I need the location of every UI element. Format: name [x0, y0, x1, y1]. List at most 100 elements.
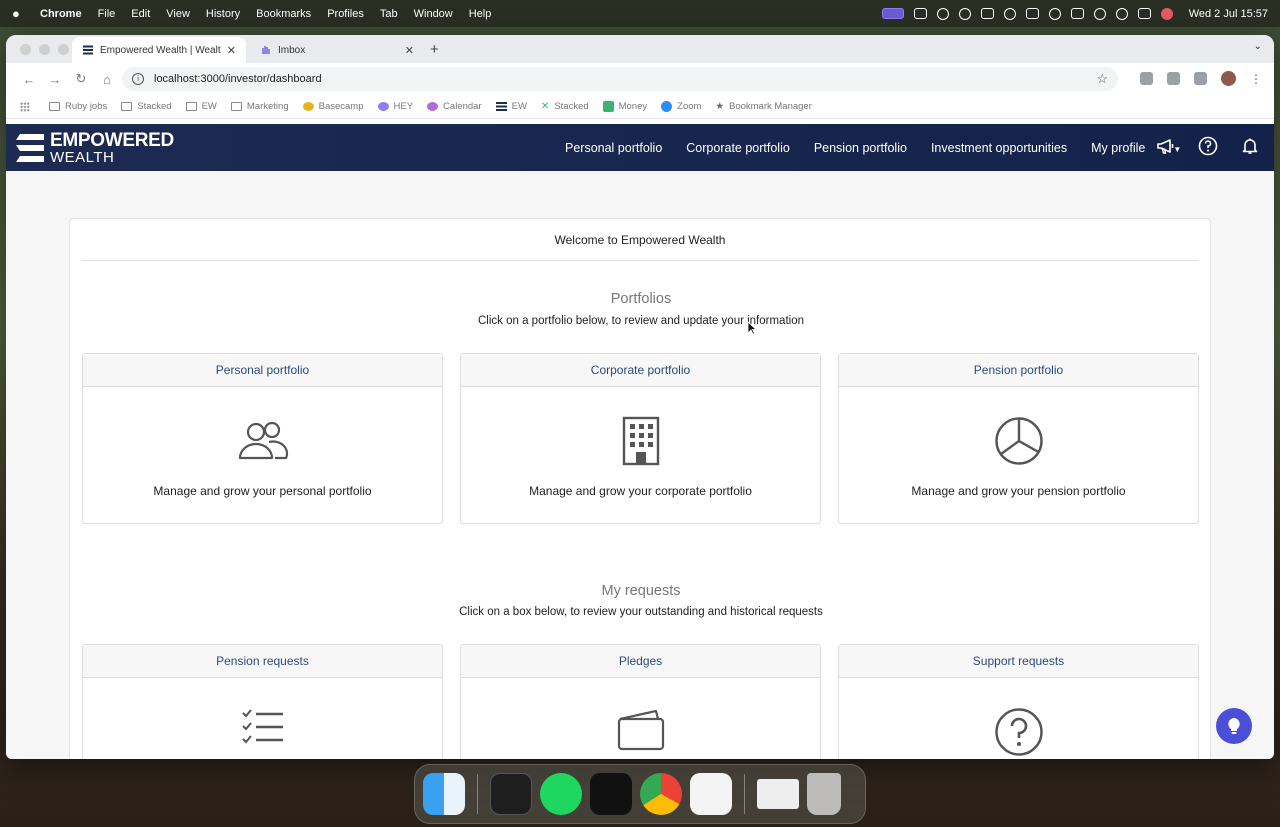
menu-bookmarks[interactable]: Bookmarks	[256, 8, 311, 20]
brand-logo[interactable]: EMPOWERED WEALTH	[14, 130, 174, 166]
bookmark-calendar[interactable]: Calendar	[427, 101, 482, 112]
menubar-clock[interactable]: Wed 2 Jul 15:57	[1189, 8, 1268, 20]
bookmark-marketing[interactable]: Marketing	[230, 101, 289, 112]
bookmark-stacked[interactable]: Stacked	[121, 101, 172, 112]
extensions-area: ⋮	[1140, 71, 1262, 86]
siri-icon[interactable]	[1160, 7, 1173, 20]
tile-personal-portfolio[interactable]: Personal portfolio Manage and grow your …	[82, 353, 443, 524]
bookmark-manager[interactable]: ★ Bookmark Manager	[715, 101, 811, 112]
terminal-icon[interactable]	[490, 773, 532, 815]
bookmark-money[interactable]: Money	[602, 101, 647, 112]
new-tab-icon[interactable]: +	[430, 41, 439, 58]
tab-empowered-wealth[interactable]: Empowered Wealth | Wealth M ✕	[72, 37, 246, 63]
menu-tab[interactable]: Tab	[380, 8, 398, 20]
megaphone-icon[interactable]	[1156, 136, 1176, 156]
money-icon	[602, 101, 614, 112]
play-icon[interactable]	[1048, 7, 1061, 20]
home-icon[interactable]: ⌂	[94, 72, 120, 87]
chrome-window-thumbnail[interactable]	[757, 779, 799, 809]
profile-avatar[interactable]	[1221, 71, 1236, 86]
extension-icon[interactable]	[1140, 72, 1153, 85]
tab-imbox[interactable]: Imbox ✕	[250, 37, 424, 63]
chrome-icon[interactable]	[640, 773, 682, 815]
site-info-icon[interactable]: i	[132, 73, 144, 85]
tab-title: Empowered Wealth | Wealth M	[100, 44, 221, 56]
butterfly-icon[interactable]	[1003, 7, 1016, 20]
openai-status-icon[interactable]	[936, 7, 949, 20]
tile-corporate-portfolio[interactable]: Corporate portfolio Manage and grow your…	[460, 353, 821, 524]
portfolios-title: Portfolios	[610, 291, 672, 307]
window-controls	[20, 44, 69, 55]
reload-icon[interactable]: ↻	[68, 71, 94, 87]
menu-help[interactable]: Help	[469, 8, 492, 20]
vscode-icon[interactable]	[690, 773, 732, 815]
menu-edit[interactable]: Edit	[131, 8, 150, 20]
tile-pledges[interactable]: Pledges	[460, 644, 821, 759]
nav-icons	[1156, 136, 1260, 156]
apps-grid-icon[interactable]	[20, 101, 35, 112]
bookmark-ruby-jobs[interactable]: Ruby jobs	[49, 101, 107, 112]
bookmark-star-icon[interactable]: ☆	[1096, 71, 1108, 87]
bell-icon[interactable]	[1240, 136, 1260, 156]
forward-icon[interactable]: →	[42, 72, 68, 87]
apple-icon[interactable]: ●	[12, 6, 26, 21]
menu-history[interactable]: History	[206, 8, 240, 20]
address-bar[interactable]: i localhost:3000/investor/dashboard ☆	[122, 67, 1118, 91]
wifi-icon[interactable]	[1093, 7, 1106, 20]
trash-icon[interactable]	[807, 773, 841, 815]
zoom-window-button[interactable]	[58, 44, 69, 55]
bookmark-ew[interactable]: EW	[185, 101, 217, 112]
puzzle-icon[interactable]	[1194, 72, 1207, 85]
nav-pension-portfolio[interactable]: Pension portfolio	[814, 141, 907, 155]
status-app-icon-4[interactable]	[1025, 8, 1039, 19]
back-icon[interactable]: ←	[16, 72, 42, 87]
folder-icon	[230, 102, 242, 111]
menu-window[interactable]: Window	[414, 8, 453, 20]
brand-line-2: WEALTH	[50, 148, 115, 166]
nav-corporate-portfolio[interactable]: Corporate portfolio	[686, 141, 790, 155]
battery-icon[interactable]	[1070, 8, 1084, 19]
chatgpt-icon[interactable]	[590, 773, 632, 815]
search-icon[interactable]	[1115, 7, 1128, 20]
bookmark-hey[interactable]: HEY	[377, 101, 413, 112]
close-tab-icon[interactable]: ✕	[227, 44, 236, 57]
chat-launcher-button[interactable]	[1216, 708, 1252, 744]
status-app-icon-3[interactable]	[980, 8, 994, 19]
bookmark-stacked-2[interactable]: ✕ Stacked	[541, 101, 589, 112]
welcome-header: Welcome to Empowered Wealth	[82, 219, 1198, 261]
menu-view[interactable]: View	[166, 8, 190, 20]
calendar-icon	[427, 102, 439, 111]
nav-personal-portfolio[interactable]: Personal portfolio	[565, 141, 662, 155]
tab-search-icon[interactable]: ⌄	[1254, 41, 1262, 52]
menu-app-name[interactable]: Chrome	[40, 8, 82, 20]
finder-icon[interactable]	[423, 773, 465, 815]
tab-strip: Empowered Wealth | Wealth M ✕ Imbox ✕ + …	[6, 35, 1274, 63]
bookmark-basecamp[interactable]: Basecamp	[302, 101, 364, 112]
tile-support-requests[interactable]: Support requests	[838, 644, 1199, 759]
spotify-icon[interactable]	[540, 773, 582, 815]
tile-pension-portfolio[interactable]: Pension portfolio Manage and grow your p…	[838, 353, 1199, 524]
lightbulb-icon	[1228, 718, 1240, 734]
pie-chart-icon	[994, 417, 1043, 465]
help-icon[interactable]	[1198, 136, 1218, 156]
menu-file[interactable]: File	[98, 8, 116, 20]
bookmark-ew-2[interactable]: EW	[495, 101, 527, 112]
ew-icon	[495, 102, 507, 111]
screen-share-icon[interactable]	[881, 8, 904, 19]
status-app-icon-2[interactable]	[958, 7, 971, 20]
nav-investment-opportunities[interactable]: Investment opportunities	[931, 141, 1067, 155]
close-tab-icon[interactable]: ✕	[405, 44, 414, 57]
chrome-menu-icon[interactable]: ⋮	[1250, 72, 1262, 86]
control-center-icon[interactable]	[1137, 8, 1151, 19]
bookmark-zoom[interactable]: Zoom	[661, 101, 701, 112]
tile-pension-requests[interactable]: Pension requests	[82, 644, 443, 759]
stacked-icon: ✕	[540, 101, 550, 112]
menu-profiles[interactable]: Profiles	[327, 8, 364, 20]
macos-dock	[414, 764, 866, 824]
status-app-icon[interactable]	[913, 8, 927, 19]
extension-icon[interactable]	[1167, 72, 1180, 85]
url-text[interactable]: localhost:3000/investor/dashboard	[154, 73, 322, 85]
hey-favicon-icon	[262, 46, 270, 54]
close-window-button[interactable]	[20, 44, 31, 55]
minimize-window-button[interactable]	[39, 44, 50, 55]
